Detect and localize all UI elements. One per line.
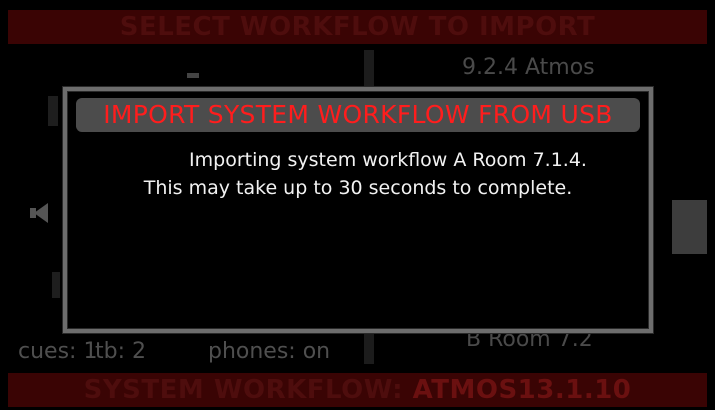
left-control-fragment <box>48 96 58 126</box>
speaker-indicator-icon <box>187 73 199 78</box>
footer-value: ATMOS13.1.10 <box>412 375 632 405</box>
status-tb: tb: 2 <box>95 339 146 364</box>
footer-label: SYSTEM WORKFLOW: <box>83 375 404 405</box>
dialog-message-line-1: Importing system workflow A Room 7.1.4. <box>189 149 587 171</box>
dialog-title: IMPORT SYSTEM WORKFLOW FROM USB <box>76 98 640 132</box>
speaker-icon <box>34 203 48 223</box>
workflow-item-top-right[interactable]: 9.2.4 Atmos <box>462 55 595 80</box>
header-title: SELECT WORKFLOW TO IMPORT <box>119 12 596 42</box>
scrollbar-thumb[interactable] <box>672 200 707 254</box>
dialog-message: Importing system workflow A Room 7.1.4. … <box>67 146 649 202</box>
import-dialog: IMPORT SYSTEM WORKFLOW FROM USB Importin… <box>63 87 653 333</box>
divider <box>364 50 374 88</box>
left-control-fragment-2 <box>52 272 60 298</box>
divider-bottom <box>364 334 374 364</box>
dialog-message-line-2: This may take up to 30 seconds to comple… <box>143 177 573 199</box>
status-phones: phones: on <box>208 339 331 364</box>
header-bar: SELECT WORKFLOW TO IMPORT <box>8 10 707 44</box>
footer-bar: SYSTEM WORKFLOW: ATMOS13.1.10 <box>8 373 707 407</box>
status-cues: cues: 1 <box>18 339 98 364</box>
